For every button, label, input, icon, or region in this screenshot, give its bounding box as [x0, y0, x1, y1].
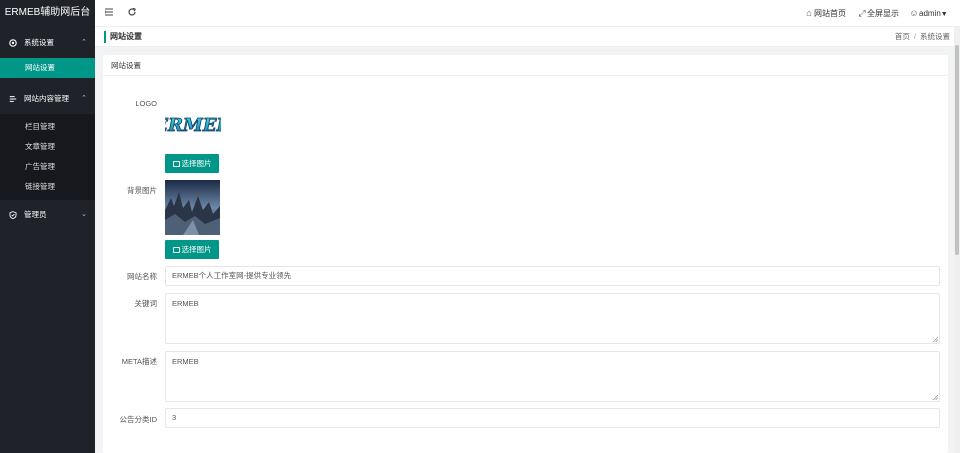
- site-name-input[interactable]: ERMEB个人工作室网-提供专业领先: [165, 266, 940, 286]
- background-image: [165, 180, 220, 235]
- breadcrumb-current: 系统设置: [920, 32, 950, 41]
- breadcrumb: 首页 / 系统设置: [895, 27, 950, 47]
- top-header: ⌂ 网站首页 ⤢全屏显示 ☺admin▼: [95, 0, 960, 27]
- sidebar-group-label: 网站内容管理: [24, 94, 69, 103]
- notice-category-input[interactable]: 3: [165, 408, 940, 428]
- sidebar-item-articles[interactable]: 文章管理: [0, 137, 95, 157]
- sidebar-group-label: 系统设置: [24, 38, 54, 47]
- chevron-up-icon: ⌃: [81, 95, 87, 102]
- brand-title: ERMEB辅助网后台: [4, 7, 91, 18]
- fullscreen-button[interactable]: ⤢全屏显示: [857, 0, 899, 27]
- keywords-label: 关键词: [134, 299, 158, 308]
- site-home-link[interactable]: ⌂ 网站首页: [804, 0, 846, 27]
- scrollbar[interactable]: [954, 27, 960, 453]
- breadcrumb-home[interactable]: 首页: [895, 32, 910, 41]
- keywords-textarea[interactable]: ERMEB: [165, 293, 940, 344]
- refresh-icon[interactable]: [127, 0, 137, 27]
- sidebar-item-ads[interactable]: 广告管理: [0, 157, 95, 177]
- select-image-label: 选择图片: [181, 159, 212, 168]
- site-name-label: 网站名称: [127, 272, 157, 281]
- gear-icon: [9, 39, 17, 47]
- card-title: 网站设置: [103, 55, 948, 76]
- list-icon: [9, 96, 17, 102]
- username: admin: [919, 9, 941, 18]
- submenu-content: 栏目管理 文章管理 广告管理 链接管理: [0, 114, 95, 200]
- logo-label: LOGO: [135, 99, 157, 108]
- meta-description-label: META描述: [121, 357, 157, 366]
- resize-grip-icon[interactable]: [932, 394, 938, 400]
- meta-description-textarea[interactable]: ERMEB: [165, 351, 940, 402]
- breadcrumb-separator: /: [913, 32, 916, 41]
- user-menu[interactable]: ☺admin▼: [909, 0, 948, 27]
- logo-text: ERMEB: [165, 115, 221, 136]
- image-icon: [172, 161, 180, 167]
- sidebar-group-content[interactable]: 网站内容管理 ⌃: [0, 84, 95, 114]
- sidebar-item-columns[interactable]: 栏目管理: [0, 117, 95, 137]
- sidebar-group-label: 管理员: [24, 210, 47, 219]
- page-titlebar: 网站设置 首页 / 系统设置: [95, 27, 960, 47]
- notice-category-label: 公告分类ID: [119, 415, 158, 424]
- meta-description-value: ERMEB: [172, 357, 199, 366]
- image-icon: [172, 247, 180, 253]
- select-logo-button[interactable]: 选择图片: [165, 154, 219, 173]
- chevron-up-icon: ⌃: [81, 39, 87, 46]
- scrollbar-thumb[interactable]: [955, 45, 959, 255]
- fullscreen-label: 全屏显示: [867, 9, 899, 18]
- select-background-button[interactable]: 选择图片: [165, 240, 219, 259]
- keywords-value: ERMEB: [172, 299, 199, 308]
- home-icon: ⌂: [806, 8, 812, 18]
- shield-icon: [9, 211, 17, 219]
- fullscreen-icon: ⤢: [858, 8, 866, 18]
- resize-grip-icon[interactable]: [932, 336, 938, 342]
- background-image-label: 背景图片: [127, 186, 157, 195]
- logo-image: ERMEB: [153, 104, 232, 140]
- sidebar-item-site-settings[interactable]: 网站设置: [0, 58, 95, 78]
- select-image-label: 选择图片: [181, 245, 212, 254]
- menu-toggle-icon[interactable]: [104, 0, 114, 27]
- sidebar: ERMEB辅助网后台 系统设置 ⌃ 网站设置 网站内容管理 ⌃ 栏目管理 文章管…: [0, 0, 95, 453]
- page-title: 网站设置: [110, 32, 142, 41]
- title-accent-bar: [104, 31, 106, 43]
- site-home-label: 网站首页: [814, 9, 846, 18]
- caret-down-icon: ▼: [940, 11, 948, 18]
- chevron-down-icon: ⌄: [81, 211, 87, 218]
- sidebar-item-links[interactable]: 链接管理: [0, 177, 95, 197]
- sidebar-group-system-settings[interactable]: 系统设置 ⌃: [0, 28, 95, 58]
- sidebar-group-admin[interactable]: 管理员 ⌄: [0, 200, 95, 230]
- user-icon: ☺: [909, 8, 919, 18]
